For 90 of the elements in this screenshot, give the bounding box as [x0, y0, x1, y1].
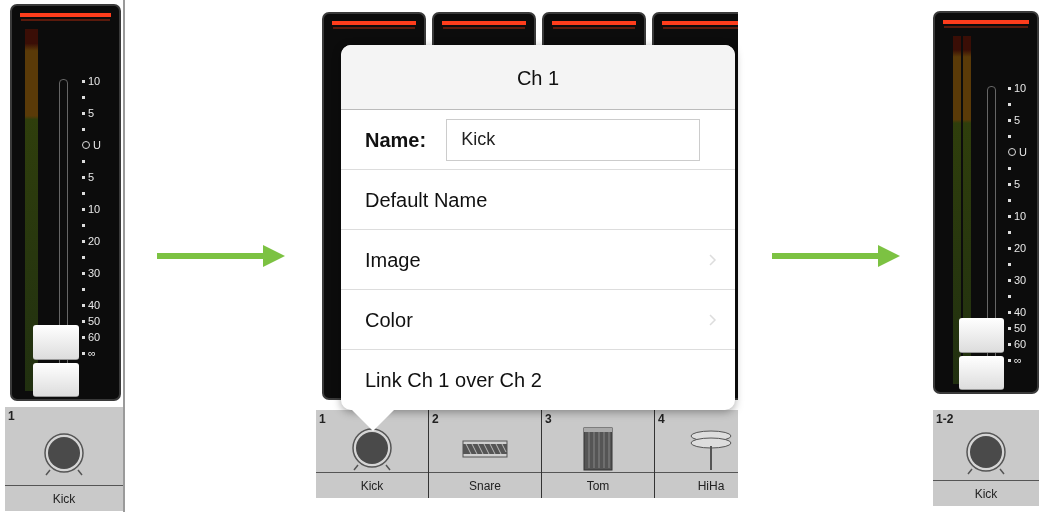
- scale-label: 5: [88, 107, 95, 119]
- scale-label: 60: [1014, 338, 1027, 350]
- scale-label: 50: [1014, 322, 1027, 334]
- channel-tile[interactable]: 1 Kick: [5, 407, 123, 511]
- popover-title: Ch 1: [341, 45, 735, 110]
- tick-mark: [1008, 342, 1011, 346]
- tick-mark: [1008, 102, 1011, 106]
- channel-number: 3: [545, 413, 552, 425]
- tick-mark: [1008, 166, 1011, 170]
- channel-number: 1: [319, 413, 326, 425]
- scale-label: ∞: [1014, 354, 1022, 366]
- channel-name: Kick: [933, 480, 1039, 506]
- scale-label: 10: [1014, 210, 1027, 222]
- tick-mark: [1008, 230, 1011, 234]
- tick-mark: [1008, 182, 1011, 186]
- chevron-icon: [709, 253, 717, 266]
- channel-name: Tom: [542, 472, 654, 498]
- bass-drum-icon: [350, 426, 394, 471]
- menu-item[interactable]: Color: [341, 290, 735, 350]
- tick-mark: [82, 95, 85, 99]
- scale-label: 5: [1014, 178, 1021, 190]
- tick-mark: [1008, 278, 1011, 282]
- channel-name: Kick: [5, 485, 123, 511]
- chevron-icon: [709, 313, 717, 326]
- tick-mark: [82, 175, 85, 179]
- scale-label: ∞: [88, 347, 96, 359]
- channel-number: 1-2: [936, 413, 954, 425]
- scale-label: 50: [88, 315, 101, 327]
- tick-mark: [82, 159, 85, 163]
- channel-number: 2: [432, 413, 439, 425]
- tick-mark: [82, 79, 85, 83]
- tick-mark: [82, 223, 85, 227]
- name-field[interactable]: Kick: [446, 118, 701, 161]
- tom-drum-icon: [583, 426, 613, 471]
- tick-mark: [82, 127, 85, 131]
- tick-mark: [1008, 246, 1011, 250]
- scale-label: 10: [88, 203, 101, 215]
- tick-mark: [82, 319, 85, 323]
- channel-tile[interactable]: 1 Kick: [316, 410, 429, 498]
- tick-mark: [82, 287, 85, 291]
- scale-label: 30: [1014, 274, 1027, 286]
- tick-mark: [1008, 118, 1011, 122]
- fader-thumb[interactable]: [33, 325, 79, 397]
- fader-thumb[interactable]: [959, 318, 1004, 390]
- menu-item[interactable]: Link Ch 1 over Ch 2: [341, 350, 735, 410]
- channel-number: 4: [658, 413, 665, 425]
- tick-mark: [82, 191, 85, 195]
- channel-name: Kick: [316, 472, 428, 498]
- tick-mark: [82, 239, 85, 243]
- bass-drum-icon: [42, 431, 86, 476]
- scale-label: U: [1019, 146, 1027, 158]
- tick-mark: [82, 255, 85, 259]
- tick-mark: [82, 111, 85, 115]
- scale-label: 40: [88, 299, 101, 311]
- scale-label: 5: [88, 171, 95, 183]
- scale-label: 10: [1014, 82, 1027, 94]
- menu-item[interactable]: Default Name: [341, 170, 735, 230]
- channel-tile[interactable]: 4 HiHa: [655, 410, 738, 498]
- scale-label: 60: [88, 331, 101, 343]
- scale-label: 10: [88, 75, 101, 87]
- tick-mark: [1008, 262, 1011, 266]
- tick-mark: [82, 351, 85, 355]
- scale-label: 20: [1014, 242, 1027, 254]
- tick-mark: [1008, 358, 1011, 362]
- channel-name: HiHa: [655, 472, 738, 498]
- tick-mark: [82, 271, 85, 275]
- tick-mark: [82, 207, 85, 211]
- tick-mark: [1008, 326, 1011, 330]
- channel-tile[interactable]: 3 Tom: [542, 410, 655, 498]
- scale-label: U: [93, 139, 101, 151]
- channel-number: 1: [8, 410, 15, 422]
- tick-mark: [1008, 134, 1011, 138]
- snare-drum-icon: [462, 438, 508, 459]
- tick-mark: [82, 335, 85, 339]
- scale-label: 20: [88, 235, 101, 247]
- tick-mark: [1008, 310, 1011, 314]
- bass-drum-icon: [964, 430, 1008, 475]
- menu-item[interactable]: Image: [341, 230, 735, 290]
- scale-label: 40: [1014, 306, 1027, 318]
- tick-mark: [1008, 86, 1011, 90]
- channel-tile[interactable]: 2 Snare: [429, 410, 542, 498]
- channel-tile[interactable]: 1-2 Kick: [933, 410, 1039, 506]
- tick-mark: [82, 303, 85, 307]
- channel-name: Snare: [429, 472, 541, 498]
- field-label: Name:: [365, 127, 427, 153]
- scale-label: 30: [88, 267, 101, 279]
- tick-mark: [1008, 294, 1011, 298]
- scale-label: 5: [1014, 114, 1021, 126]
- tick-mark: [1008, 198, 1011, 202]
- tick-mark: [1008, 214, 1011, 218]
